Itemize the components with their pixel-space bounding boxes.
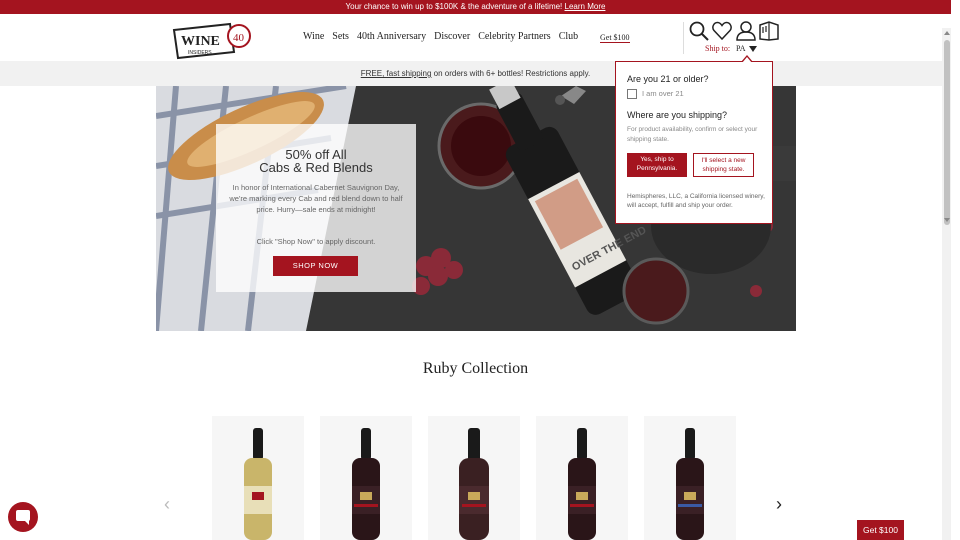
learn-more-link[interactable]: Learn More — [565, 2, 606, 11]
confirm-state-button[interactable]: Yes, ship to Pennsylvania. — [627, 153, 687, 177]
shipping-description: For product availability, confirm or sel… — [627, 126, 758, 143]
chat-bubble-tail — [24, 520, 29, 525]
carousel-next-button[interactable]: › — [776, 494, 782, 515]
product-card[interactable] — [644, 416, 736, 540]
product-card[interactable] — [536, 416, 628, 540]
age-checkbox[interactable] — [627, 89, 637, 99]
shipping-question: Where are you shipping? — [627, 110, 728, 120]
product-card[interactable] — [428, 416, 520, 540]
select-new-state-button[interactable]: I'll select a new shipping state. — [693, 153, 754, 177]
hero-instruction: Click "Shop Now" to apply discount. — [256, 237, 376, 246]
search-icon[interactable] — [689, 21, 709, 41]
account-icon[interactable] — [736, 21, 756, 41]
hero-description: In honor of International Cabernet Sauvi… — [229, 183, 403, 214]
main-nav: Wine Sets 40th Anniversary Discover Cele… — [303, 31, 578, 42]
section-title: Ruby Collection — [422, 360, 529, 377]
nav-wine[interactable]: Wine — [303, 31, 324, 42]
logo-wordmark: WINE — [181, 34, 220, 49]
popover-caret-inner — [742, 57, 752, 63]
ship-to-label: Ship to: — [705, 44, 731, 53]
shipping-promo-bar: FREE, fast shipping on orders with 6+ bo… — [0, 61, 951, 86]
nav-sets[interactable]: Sets — [332, 31, 349, 42]
scroll-up-icon[interactable] — [944, 31, 950, 35]
site-header: WINE INSIDERS 40 Wine Sets 40th Annivers… — [0, 14, 951, 61]
hero-title: 50% off All Cabs & Red Blends — [216, 148, 416, 174]
nav-40th-anniversary[interactable]: 40th Anniversary — [357, 31, 426, 42]
hero-title-line2: Cabs & Red Blends — [259, 160, 373, 175]
hero-promo-card: 50% off All Cabs & Red Blends In honor o… — [216, 124, 416, 292]
age-shipping-popover: Are you 21 or older? I am over 21 Where … — [615, 61, 773, 224]
logo-subtitle: INSIDERS — [188, 50, 212, 56]
floating-get-100-button[interactable]: Get $100 — [857, 520, 904, 540]
shipping-promo-text: on orders with 6+ bottles! Restrictions … — [431, 69, 591, 78]
ship-state-selector[interactable]: PA — [736, 44, 746, 53]
logo-badge: 40 — [233, 32, 245, 44]
header-divider — [683, 22, 684, 54]
heart-icon[interactable] — [712, 21, 732, 41]
white-wine-bottle-image — [244, 428, 272, 540]
promo-banner: Your chance to win up to $100K & the adv… — [0, 0, 951, 14]
age-checkbox-label[interactable]: I am over 21 — [642, 89, 684, 98]
nav-discover[interactable]: Discover — [434, 31, 470, 42]
red-wine-bottle-image — [568, 428, 596, 540]
free-shipping-link[interactable]: FREE, fast shipping — [361, 69, 432, 78]
legal-notice: Hemispheres, LLC, a California licensed … — [627, 193, 765, 209]
chat-button[interactable] — [8, 502, 38, 532]
red-wine-bottle-image — [352, 428, 380, 540]
page-gutter — [951, 0, 960, 540]
product-card[interactable] — [320, 416, 412, 540]
chevron-down-icon[interactable] — [749, 46, 757, 52]
sparkling-red-bottle-image — [459, 428, 489, 540]
nav-celebrity-partners[interactable]: Celebrity Partners — [478, 31, 550, 42]
cart-box-icon[interactable] — [759, 21, 779, 41]
product-card[interactable] — [212, 416, 304, 540]
scroll-down-icon[interactable] — [944, 218, 950, 222]
get-100-link[interactable]: Get $100 — [600, 33, 630, 43]
promo-text: Your chance to win up to $100K & the adv… — [345, 2, 563, 11]
scrollbar-thumb[interactable] — [944, 40, 950, 225]
nav-club[interactable]: Club — [559, 31, 578, 42]
shop-now-button[interactable]: SHOP NOW — [273, 256, 358, 276]
red-wine-bottle-image — [676, 428, 704, 540]
carousel-prev-button[interactable]: ‹ — [164, 494, 170, 515]
wine-insiders-logo[interactable]: WINE INSIDERS 40 — [172, 22, 252, 60]
age-question: Are you 21 or older? — [627, 74, 709, 84]
